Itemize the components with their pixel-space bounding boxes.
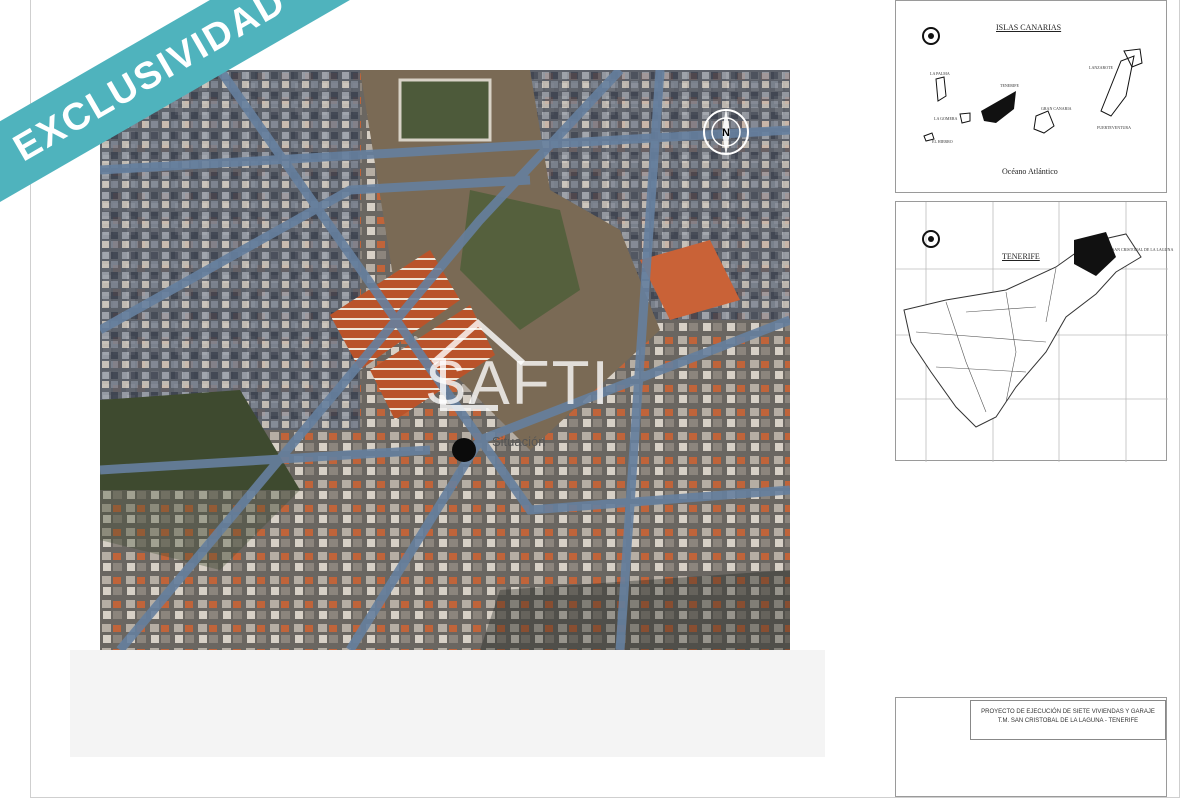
island-label: TENERIFE [1000,83,1019,88]
island-label: LA PALMA [930,71,950,76]
canary-islands-map [923,48,1143,142]
compass-icon [922,230,940,248]
north-arrow-icon: N [703,108,749,156]
tenerife-inset: TENERIFE SAN CRISTOBAL DE LA LAGUNA [895,201,1173,462]
island-label: FUERTEVENTURA [1097,125,1131,130]
caption-area [70,650,825,757]
island-label: LA GOMERA [934,116,958,121]
north-letter: N [722,127,730,139]
canary-islands-inset: ISLAS CANARIAS LA PALMA TENERIFE LANZARO… [895,0,1167,193]
project-title-box: PROYECTO DE EJECUCIÓN DE SIETE VIVIENDAS… [970,700,1166,740]
ocean-label: Océano Atlántico [1002,167,1058,176]
project-title-line1: PROYECTO DE EJECUCIÓN DE SIETE VIVIENDAS… [981,709,1155,715]
island-label: LANZAROTE [1089,65,1113,70]
island-label: GRAN CANARIA [1041,106,1072,111]
inset-tenerife-title: TENERIFE [1002,252,1040,261]
municipality-label: SAN CRISTOBAL DE LA LAGUNA [1112,247,1174,252]
safti-watermark: SAFTI [425,349,611,418]
island-label: EL HIERRO [932,139,953,144]
project-title-line2: T.M. SAN CRISTOBAL DE LA LAGUNA - TENERI… [997,718,1139,724]
site-label: Situación [492,434,546,449]
site-marker[interactable] [452,438,476,462]
